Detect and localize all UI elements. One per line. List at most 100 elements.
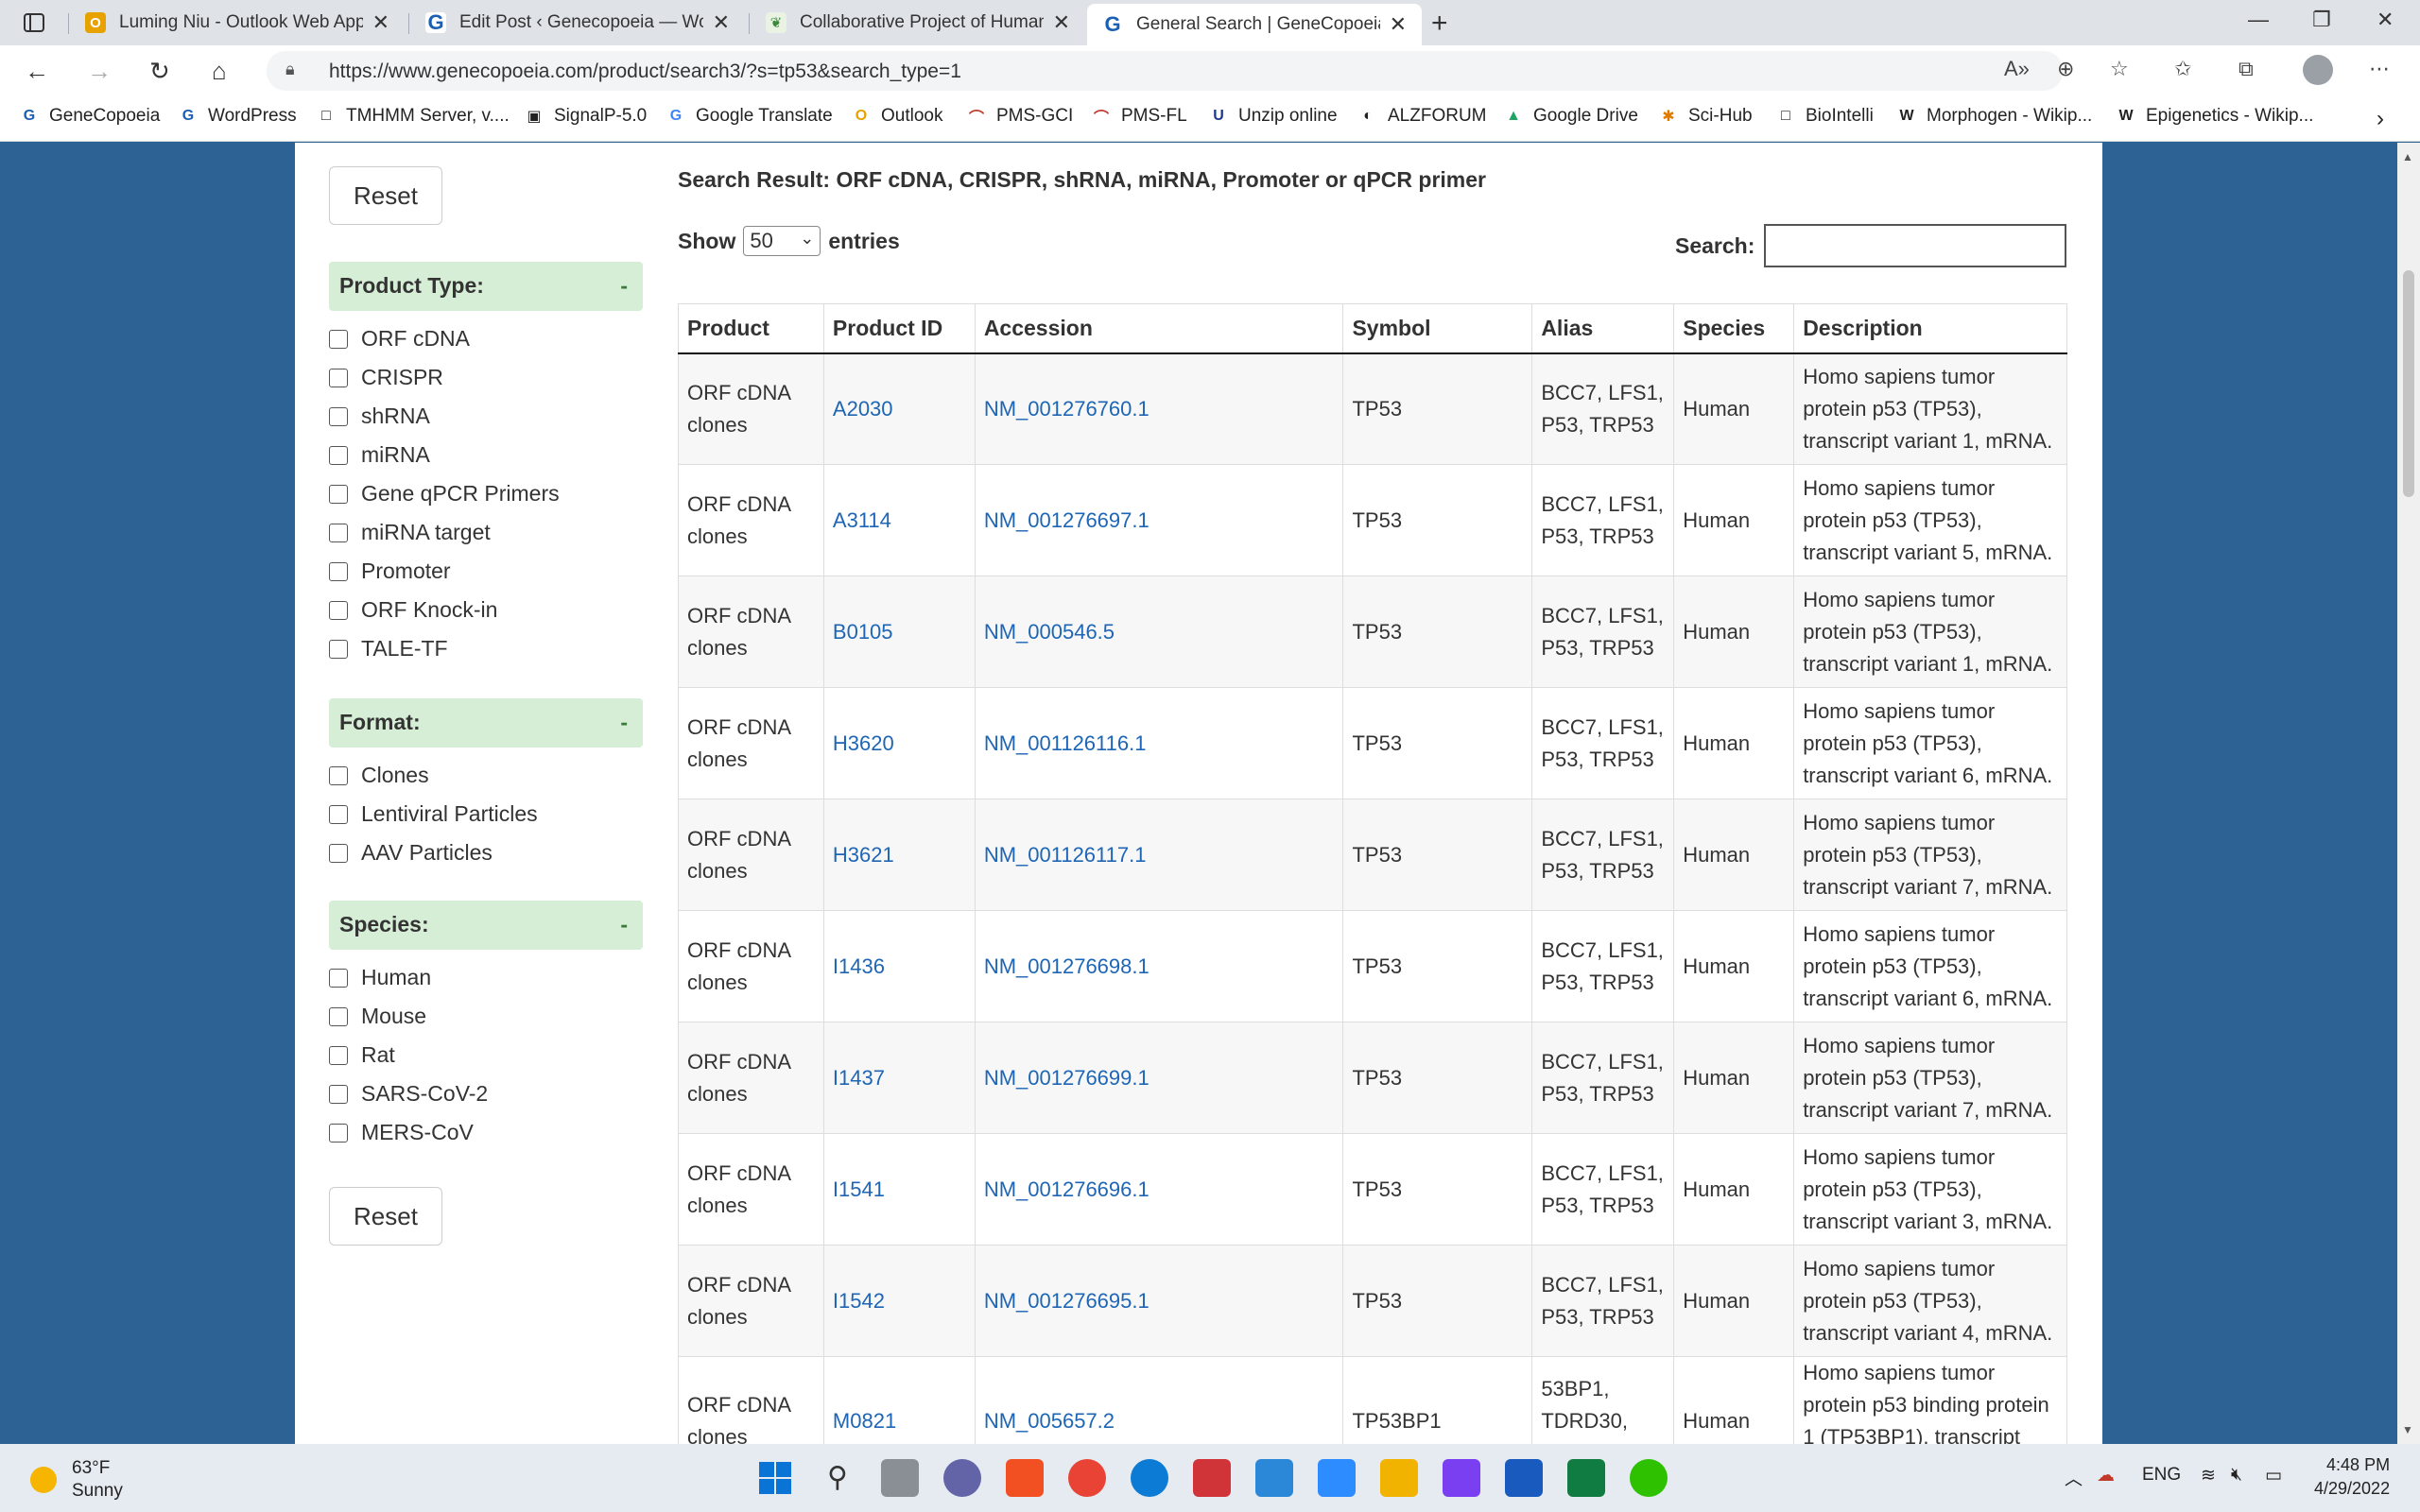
excel-icon[interactable] (1567, 1459, 1605, 1497)
notepad-icon[interactable] (1255, 1459, 1293, 1497)
collapse-icon[interactable]: - (620, 710, 628, 735)
checkbox-mouse[interactable]: Mouse (329, 1004, 426, 1029)
url-bar[interactable]: 🔒︎ https://www.genecopoeia.com/product/s… (267, 51, 2063, 91)
accession-link[interactable]: NM_001276699.1 (975, 1022, 1344, 1134)
checkbox-box[interactable] (329, 1045, 348, 1065)
product-id-link[interactable]: A3114 (823, 464, 976, 576)
checkbox-box[interactable] (329, 804, 348, 824)
collections-icon[interactable]: ⧉ (2238, 57, 2254, 81)
checkbox-box[interactable] (329, 1123, 348, 1143)
tab-actions-icon[interactable] (15, 9, 53, 36)
chrome-icon[interactable] (1068, 1459, 1106, 1497)
product-id-link[interactable]: I1541 (823, 1133, 976, 1246)
accession-link[interactable]: NM_001276695.1 (975, 1245, 1344, 1357)
file-explorer-icon[interactable] (1380, 1459, 1418, 1497)
entries-select[interactable]: 50 ⌄ (743, 226, 821, 256)
lock-icon[interactable]: 🔒︎ (285, 60, 295, 79)
close-icon[interactable]: ✕ (713, 10, 730, 35)
bookmark-signalp[interactable]: ▣ SignalP-5.0 (524, 106, 647, 127)
close-icon[interactable]: ✕ (1390, 12, 1407, 37)
chevron-up-icon[interactable]: ︿ (2065, 1465, 2083, 1490)
accession-link[interactable]: NM_001126116.1 (975, 687, 1344, 799)
bookmark-wordpress[interactable]: G WordPress (178, 106, 297, 127)
minimize-icon[interactable]: — (2248, 8, 2269, 32)
column-header-accession[interactable]: Accession (975, 303, 1344, 354)
checkbox-box[interactable] (329, 406, 348, 426)
volume-muted-icon[interactable]: 🔇︎ (2231, 1465, 2242, 1486)
scroll-down-icon[interactable]: ▼ (2402, 1423, 2413, 1436)
tab-general-search[interactable]: G General Search | GeneCopoeia ✕ (1087, 4, 1422, 45)
bookmark-biointelli[interactable]: □ BioIntelli (1775, 106, 1874, 127)
teams-chat-icon[interactable] (943, 1459, 981, 1497)
checkbox-shrna[interactable]: shRNA (329, 404, 430, 429)
checkbox-orf-cdna[interactable]: ORF cDNA (329, 326, 470, 352)
microsoft-store-icon[interactable] (1006, 1459, 1044, 1497)
close-icon[interactable]: ✕ (372, 10, 389, 35)
checkbox-box[interactable] (329, 1006, 348, 1026)
more-menu-icon[interactable]: ⋯ (2369, 57, 2390, 81)
start-icon[interactable] (756, 1459, 794, 1497)
accession-link[interactable]: NM_005657.2 (975, 1356, 1344, 1444)
bookmark-google-drive[interactable]: ▲ Google Drive (1503, 106, 1638, 127)
url-text[interactable]: https://www.genecopoeia.com/product/sear… (329, 60, 961, 83)
read-aloud-icon[interactable]: A» (2004, 57, 2030, 81)
window-close-icon[interactable]: ✕ (2377, 8, 2394, 32)
sync-app-icon[interactable] (1193, 1459, 1231, 1497)
checkbox-box[interactable] (329, 600, 348, 620)
checkbox-box[interactable] (329, 523, 348, 542)
checkbox-mirna-target[interactable]: miRNA target (329, 520, 491, 545)
column-header-product[interactable]: Product (678, 303, 824, 354)
product-id-link[interactable]: I1437 (823, 1022, 976, 1134)
collapse-icon[interactable]: - (620, 912, 628, 937)
bookmark-morphogen[interactable]: W Morphogen - Wikip... (1896, 106, 2092, 127)
checkbox-box[interactable] (329, 561, 348, 581)
bookmark-pms-fl[interactable]: ⌒ PMS-FL (1091, 106, 1187, 127)
column-header-species[interactable]: Species (1673, 303, 1795, 354)
bookmark-unzip-online[interactable]: U Unzip online (1208, 106, 1337, 127)
bookmark-outlook[interactable]: O Outlook (851, 106, 943, 127)
zoom-icon[interactable]: ⊕ (2057, 57, 2074, 81)
collapse-icon[interactable]: - (620, 273, 628, 299)
product-id-link[interactable]: H3621 (823, 799, 976, 911)
system-clock[interactable]: 4:48 PM 4/29/2022 (2314, 1453, 2390, 1501)
checkbox-mirna[interactable]: miRNA (329, 442, 430, 468)
search-icon[interactable]: ⚲ (819, 1459, 856, 1497)
checkbox-box[interactable] (329, 843, 348, 863)
facet-header-format[interactable]: Format: - (329, 698, 643, 747)
checkbox-sars-cov-2[interactable]: SARS-CoV-2 (329, 1081, 488, 1107)
checkbox-mers-cov[interactable]: MERS-CoV (329, 1120, 474, 1145)
accession-link[interactable]: NM_001276760.1 (975, 352, 1344, 465)
column-header-symbol[interactable]: Symbol (1342, 303, 1533, 354)
checkbox-box[interactable] (329, 968, 348, 988)
column-header-description[interactable]: Description (1793, 303, 2067, 354)
wifi-icon[interactable]: ≋ (2201, 1465, 2216, 1486)
product-id-link[interactable]: H3620 (823, 687, 976, 799)
bookmark-alzforum[interactable]: ◐ ALZFORUM (1357, 106, 1486, 127)
checkbox-box[interactable] (329, 329, 348, 349)
input-language[interactable]: ENG (2142, 1465, 2181, 1486)
product-id-link[interactable]: I1436 (823, 910, 976, 1022)
checkbox-crispr[interactable]: CRISPR (329, 365, 443, 390)
checkbox-orf-knock-in[interactable]: ORF Knock-in (329, 597, 497, 623)
page-scrollbar[interactable]: ▲ ▼ (2397, 143, 2420, 1444)
accession-link[interactable]: NM_001276696.1 (975, 1133, 1344, 1246)
bookmark-tmhmm[interactable]: □ TMHMM Server, v.... (316, 106, 510, 127)
bookmark-epigenetics[interactable]: W Epigenetics - Wikip... (2116, 106, 2313, 127)
tab-collaborative-project[interactable]: ❦ Collaborative Project of Human I ✕ (751, 4, 1085, 42)
product-id-link[interactable]: B0105 (823, 576, 976, 688)
media-player-icon[interactable] (1443, 1459, 1480, 1497)
back-icon[interactable]: ← (25, 57, 49, 86)
accession-link[interactable]: NM_001276697.1 (975, 464, 1344, 576)
home-icon[interactable]: ⌂ (212, 57, 227, 86)
bookmark-sci-hub[interactable]: ✱ Sci-Hub (1658, 106, 1752, 127)
checkbox-rat[interactable]: Rat (329, 1042, 395, 1068)
chevron-right-icon[interactable]: › (2377, 106, 2384, 132)
checkbox-human[interactable]: Human (329, 965, 431, 990)
bookmark-google-translate[interactable]: G Google Translate (666, 106, 833, 127)
onedrive-icon[interactable]: ☁ (2097, 1465, 2115, 1486)
scrollbar-thumb[interactable] (2403, 270, 2414, 497)
scroll-up-icon[interactable]: ▲ (2402, 150, 2413, 163)
edge-icon[interactable] (1131, 1459, 1168, 1497)
accession-link[interactable]: NM_001126117.1 (975, 799, 1344, 911)
checkbox-box[interactable] (329, 639, 348, 659)
